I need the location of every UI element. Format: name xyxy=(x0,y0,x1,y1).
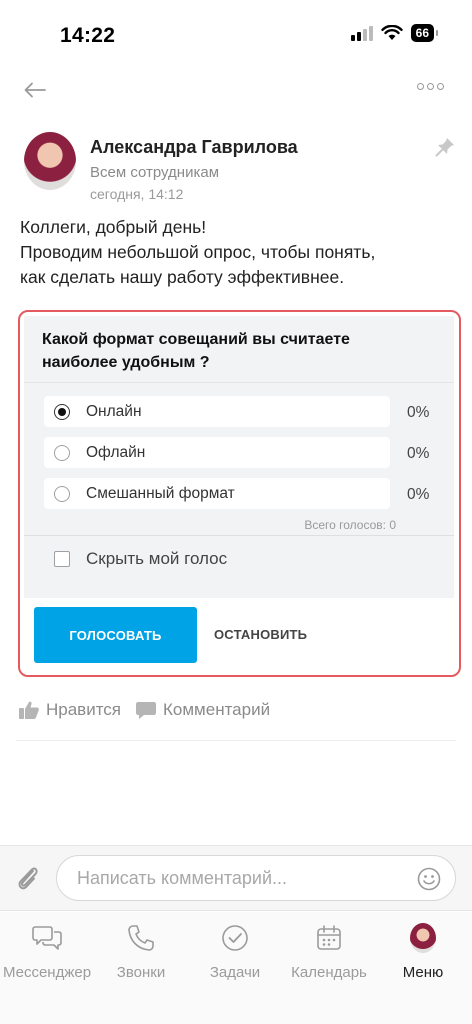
tab-label: Мессенджер xyxy=(2,964,92,981)
battery-icon: 66 xyxy=(410,24,439,42)
like-label: Нравится xyxy=(46,700,122,719)
emoji-icon[interactable] xyxy=(417,867,441,891)
poll-option-percent: 0% xyxy=(407,445,430,462)
tab-label: Звонки xyxy=(116,964,166,981)
poll-option-label: Онлайн xyxy=(86,402,142,420)
tab-label: Календарь xyxy=(291,964,367,981)
radio-selected-icon[interactable] xyxy=(54,403,70,420)
post-text-line: Коллеги, добрый день! xyxy=(20,217,207,237)
post-text-line: как сделать нашу работу эффективнее. xyxy=(20,267,345,287)
thumbs-up-icon xyxy=(19,701,39,719)
pin-icon[interactable] xyxy=(434,136,456,158)
status-icons: 66 xyxy=(350,24,439,42)
post-text-line: Проводим небольшой опрос, чтобы понять, xyxy=(20,242,376,262)
more-options-button[interactable] xyxy=(417,83,444,90)
arrow-left-icon xyxy=(24,82,46,98)
divider xyxy=(24,535,454,536)
poll-option-percent: 0% xyxy=(407,486,430,503)
hide-vote-label: Скрыть мой голос xyxy=(86,549,228,568)
post-recipient: Всем сотрудникам xyxy=(90,164,220,181)
poll-option-label: Смешанный формат xyxy=(86,484,235,502)
tab-messenger[interactable]: Мессенджер xyxy=(0,922,94,981)
post-text: Коллеги, добрый день! Проводим небольшой… xyxy=(20,215,460,290)
tab-calendar[interactable]: Календарь xyxy=(282,922,376,981)
comment-button[interactable]: Комментарий xyxy=(135,700,270,720)
comment-placeholder: Написать комментарий... xyxy=(77,868,288,888)
poll-option-mixed[interactable]: Смешанный формат xyxy=(44,478,390,509)
total-votes: Всего голосов: 0 xyxy=(304,518,396,532)
tab-label: Меню xyxy=(402,964,444,981)
tab-bar: Мессенджер Звонки Задачи Календарь Меню xyxy=(0,912,472,1024)
phone-icon xyxy=(126,922,156,954)
poll-option-online[interactable]: Онлайн xyxy=(44,396,390,427)
comment-icon xyxy=(136,702,157,719)
tab-calls[interactable]: Звонки xyxy=(94,922,188,981)
post-actions: Нравится Комментарий xyxy=(18,700,284,720)
wifi-icon xyxy=(380,25,403,40)
tab-menu[interactable]: Меню xyxy=(376,922,470,981)
comment-bar: Написать комментарий... xyxy=(0,845,472,911)
checkbox-icon[interactable] xyxy=(54,551,70,567)
stop-poll-button[interactable]: ОСТАНОВИТЬ xyxy=(214,627,307,642)
radio-icon[interactable] xyxy=(54,444,70,461)
status-bar: 14:22 66 xyxy=(0,0,472,70)
author-avatar[interactable] xyxy=(24,132,76,190)
radio-icon[interactable] xyxy=(54,485,70,502)
post-header: Александра Гаврилова Всем сотрудникам се… xyxy=(24,132,464,202)
tab-label: Задачи xyxy=(209,964,261,981)
poll-option-offline[interactable]: Офлайн xyxy=(44,437,390,468)
vote-button[interactable]: ГОЛОСОВАТЬ xyxy=(34,607,197,663)
poll-card: Какой формат совещаний вы считаете наибо… xyxy=(18,310,461,677)
poll-option-percent: 0% xyxy=(407,404,430,421)
status-time: 14:22 xyxy=(60,24,116,47)
paperclip-icon[interactable] xyxy=(14,863,42,893)
comment-label: Комментарий xyxy=(163,700,271,719)
avatar xyxy=(410,923,436,953)
check-circle-icon xyxy=(220,922,250,954)
tab-tasks[interactable]: Задачи xyxy=(188,922,282,981)
author-name[interactable]: Александра Гаврилова xyxy=(90,137,298,158)
divider xyxy=(24,382,454,383)
menu-avatar xyxy=(408,922,438,954)
post-time: сегодня, 14:12 xyxy=(90,186,184,202)
chat-icon xyxy=(32,922,62,954)
like-button[interactable]: Нравится xyxy=(18,700,121,720)
hide-vote-checkbox[interactable]: Скрыть мой голос xyxy=(54,549,227,569)
poll-body: Какой формат совещаний вы считаете наибо… xyxy=(24,316,454,598)
top-nav xyxy=(0,75,472,107)
signal-icon xyxy=(350,25,373,41)
calendar-icon xyxy=(314,922,344,954)
back-button[interactable] xyxy=(20,75,50,105)
poll-question-line: Какой формат совещаний вы считаете xyxy=(42,331,350,348)
poll-option-label: Офлайн xyxy=(86,443,146,461)
divider xyxy=(16,740,456,741)
poll-question-line: наиболее удобным ? xyxy=(42,354,210,371)
comment-input[interactable]: Написать комментарий... xyxy=(56,855,456,901)
poll-question: Какой формат совещаний вы считаете наибо… xyxy=(42,328,432,374)
